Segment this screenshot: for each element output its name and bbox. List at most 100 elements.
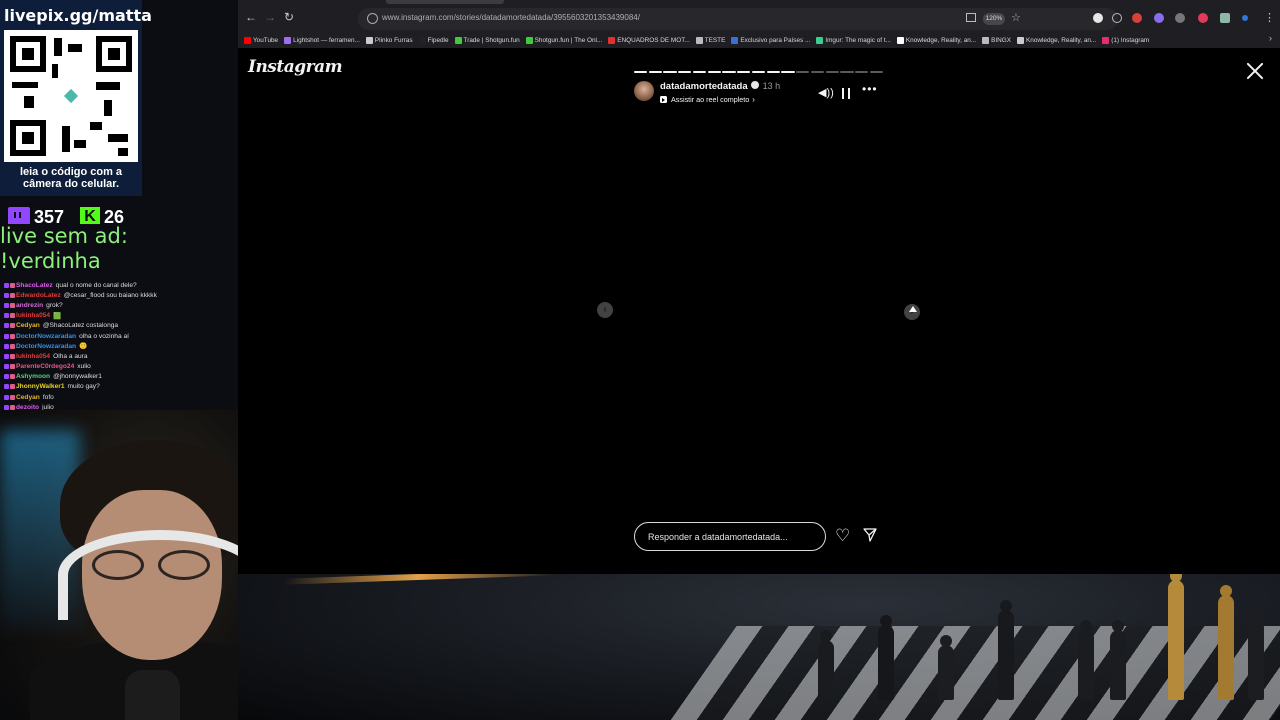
story-avatar[interactable] xyxy=(634,81,654,101)
bookmark-label[interactable]: Plinko Furras xyxy=(375,37,413,44)
bookmark-item[interactable]: (1) Instagram xyxy=(1102,32,1149,48)
pix-icon xyxy=(59,84,83,108)
chat-username: lukinha054 xyxy=(16,352,51,360)
bookmark-label[interactable]: Lightshot — ferramen... xyxy=(293,37,360,44)
chess-board xyxy=(659,626,1280,720)
livepix-card: livepix.gg/matta leia o código com a câm… xyxy=(0,0,152,196)
qr-module xyxy=(90,122,102,130)
bookmark-item[interactable]: Imgur: The magic of t... xyxy=(816,32,891,48)
bookmark-item[interactable]: Fipedle xyxy=(418,32,449,48)
bookmark-item[interactable]: Plinko Furras xyxy=(365,32,413,48)
forward-icon[interactable]: → xyxy=(263,10,277,24)
chat-badge-icon xyxy=(10,374,15,380)
story-author[interactable]: datadamortedatada 13 h xyxy=(660,81,780,92)
qr-module xyxy=(96,82,120,90)
bookmark-item[interactable]: Shotgun.fun | The Onl... xyxy=(525,32,603,48)
extension-icon[interactable] xyxy=(1112,13,1122,23)
progress-segment xyxy=(810,71,825,73)
bookmark-item[interactable]: Exclusivo para Países ... xyxy=(731,32,810,48)
pause-icon[interactable] xyxy=(842,88,850,99)
progress-segment xyxy=(840,71,854,73)
bookmark-favicon-icon xyxy=(608,36,616,44)
back-icon[interactable]: ← xyxy=(244,10,258,24)
progress-segment xyxy=(781,71,795,73)
bookmark-label[interactable]: YouTube xyxy=(253,37,278,44)
bookmark-label[interactable]: Fipedle xyxy=(428,37,449,44)
watch-reel-link[interactable]: Assistir ao reel completo › xyxy=(660,95,755,104)
bookmark-item[interactable]: Knowledge, Reality, an... xyxy=(1017,32,1096,48)
bookmark-label[interactable]: Knowledge, Reality, an... xyxy=(906,37,976,44)
chat-badge-icon xyxy=(4,333,9,339)
extension-icon[interactable] xyxy=(1093,13,1103,23)
extension-icon[interactable] xyxy=(1154,13,1164,23)
extension-icon[interactable] xyxy=(1132,13,1142,23)
extension-icon[interactable] xyxy=(1198,13,1208,23)
bookmarks-overflow-icon[interactable]: › xyxy=(1269,33,1272,43)
bookmark-label[interactable]: Shotgun.fun | The Onl... xyxy=(535,37,603,44)
watch-reel-label[interactable]: Assistir ao reel completo xyxy=(671,95,749,104)
chevron-left-icon[interactable]: ‹ xyxy=(597,302,613,318)
bookmark-item[interactable]: TESTE xyxy=(695,32,726,48)
zoom-level[interactable]: 120% xyxy=(983,13,1005,25)
bookmark-item[interactable]: Trade | Shotgun.fun xyxy=(454,32,520,48)
extension-icon[interactable] xyxy=(1220,13,1230,23)
url-text[interactable]: www.instagram.com/stories/datadamortedat… xyxy=(382,13,640,22)
instagram-logo[interactable]: Instagram xyxy=(248,57,343,77)
bookmark-label[interactable]: Exclusivo para Países ... xyxy=(740,37,810,44)
site-info-icon[interactable] xyxy=(367,13,378,24)
progress-segment xyxy=(722,71,736,73)
progress-segment xyxy=(869,71,883,73)
more-icon[interactable]: ••• xyxy=(862,82,878,96)
progress-segment xyxy=(663,71,677,73)
reply-placeholder[interactable]: Responder a datadamortedatada... xyxy=(648,532,788,542)
bookmark-star-icon[interactable]: ☆ xyxy=(1011,11,1021,24)
bookmark-item[interactable]: Lightshot — ferramen... xyxy=(284,32,360,48)
heart-icon[interactable]: ♡ xyxy=(835,527,850,545)
bookmark-label[interactable]: ENQUADROS DE MOT... xyxy=(617,37,689,44)
chat-badge-icon xyxy=(10,292,15,298)
story-username[interactable]: datadamortedatada xyxy=(660,81,748,92)
chat-badge-icon xyxy=(10,343,15,349)
chat-text: Olha a aura xyxy=(53,352,88,360)
chat-username: DoctorNowzaradan xyxy=(16,342,77,350)
chat-username: ParenteC0rdego24 xyxy=(16,363,75,371)
extension-icon[interactable] xyxy=(1175,13,1185,23)
bookmark-label[interactable]: Imgur: The magic of t... xyxy=(825,37,891,44)
bookmark-label[interactable]: Knowledge, Reality, an... xyxy=(1026,37,1096,44)
reload-icon[interactable]: ↻ xyxy=(282,10,296,24)
close-icon[interactable] xyxy=(1246,62,1264,80)
chess-piece xyxy=(818,630,834,700)
chat-badge-icon xyxy=(4,394,9,400)
qr-module xyxy=(54,38,62,56)
qr-finder xyxy=(96,36,132,72)
bookmark-item[interactable]: YouTube xyxy=(244,32,278,48)
stream-chat: ShacoLatez qual o nome do canal dele? Edwa… xyxy=(4,280,234,412)
glasses xyxy=(92,550,214,580)
reply-input[interactable]: Responder a datadamortedatada... xyxy=(634,522,826,551)
livepix-url: livepix.gg/matta xyxy=(4,6,152,25)
chat-badge-icon xyxy=(4,374,9,380)
bookmark-favicon-icon xyxy=(731,36,739,44)
chess-piece xyxy=(1110,620,1126,700)
bookmark-item[interactable]: ENQUADROS DE MOT... xyxy=(608,32,690,48)
bookmark-item[interactable]: BINGX xyxy=(982,32,1011,48)
chat-badge-icon xyxy=(10,313,15,319)
bookmark-label[interactable]: TESTE xyxy=(705,37,726,44)
page-layout-icon[interactable] xyxy=(966,13,976,22)
chat-text: @ShacoLatez costalonga xyxy=(42,322,119,330)
bookmark-item[interactable]: Knowledge, Reality, an... xyxy=(896,32,976,48)
chat-username: Cedyan xyxy=(16,393,40,401)
active-tab[interactable] xyxy=(386,0,504,4)
reel-icon xyxy=(660,96,667,103)
bookmark-label[interactable]: (1) Instagram xyxy=(1111,37,1149,44)
chat-username: ShacoLatez xyxy=(16,281,53,289)
story-viewer[interactable]: datadamortedatada 13 h Assistir ao reel c… xyxy=(624,61,894,553)
bookmark-label[interactable]: BINGX xyxy=(991,37,1011,44)
send-icon[interactable] xyxy=(863,528,877,542)
chat-message: ShacoLatez qual o nome do canal dele? xyxy=(4,280,234,290)
volume-icon[interactable]: ◀)) xyxy=(818,86,834,99)
chat-username: DoctorNowzaradan xyxy=(16,332,77,340)
browser-menu-icon[interactable]: ⋮ xyxy=(1264,11,1275,24)
bookmark-label[interactable]: Trade | Shotgun.fun xyxy=(464,37,520,44)
extension-icon[interactable] xyxy=(1242,15,1248,21)
